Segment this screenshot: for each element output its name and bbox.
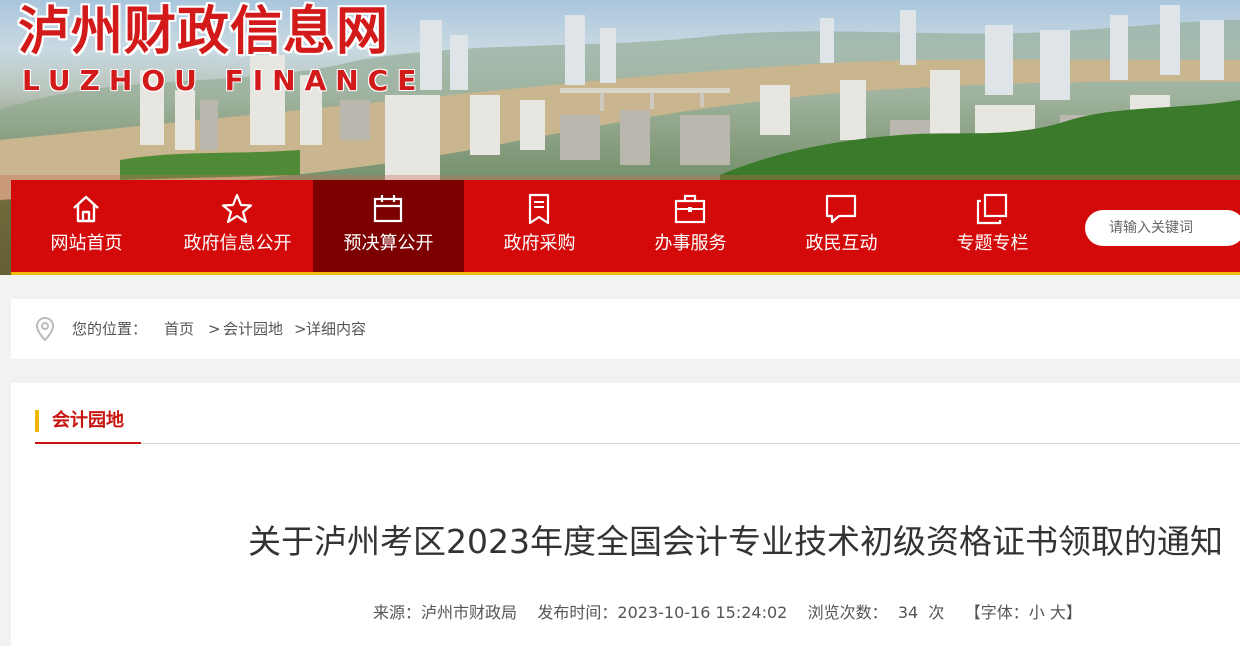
location-pin-icon: [35, 316, 55, 342]
source-value: 泸州市财政局: [421, 603, 518, 622]
breadcrumb-section-link[interactable]: 会计园地: [223, 319, 283, 339]
nav-item-topics[interactable]: 专题专栏: [917, 180, 1068, 272]
article-meta: 来源：泸州市财政局 发布时间：2023-10-16 15:24:02 浏览次数：…: [373, 602, 1082, 624]
published-value: 2023-10-16 15:24:02: [617, 603, 788, 622]
published-label: 发布时间：: [537, 603, 618, 622]
nav-label: 政民互动: [805, 233, 878, 254]
views-count: 34: [897, 603, 919, 622]
article-panel: 会计园地 关于泸州考区2023年度全国会计专业技术初级资格证书领取的通知 来源：…: [11, 383, 1240, 646]
views-label: 浏览次数：: [807, 603, 888, 622]
source-label: 来源：: [373, 603, 422, 622]
chat-icon: [825, 194, 857, 224]
article-title: 关于泸州考区2023年度全国会计专业技术初级资格证书领取的通知: [248, 522, 1223, 561]
breadcrumb-home-link[interactable]: 首页: [164, 319, 194, 339]
main-nav: 网站首页 政府信息公开 预决算公开 政府采购 办事服务 政民互动 专题专栏 请输…: [11, 180, 1240, 275]
nav-item-services[interactable]: 办事服务: [615, 180, 766, 272]
bookmark-icon: [528, 193, 550, 225]
star-icon: [221, 193, 253, 224]
breadcrumb-separator: >: [208, 320, 221, 338]
nav-item-interaction[interactable]: 政民互动: [766, 180, 917, 272]
nav-label: 办事服务: [654, 233, 727, 254]
nav-label: 政府采购: [503, 233, 576, 254]
calendar-icon: [373, 195, 403, 223]
section-underline: [35, 442, 141, 444]
nav-item-budget[interactable]: 预决算公开: [313, 180, 464, 272]
search-input[interactable]: [1085, 210, 1240, 246]
nav-label: 预决算公开: [343, 233, 434, 254]
views-unit: 次: [928, 603, 945, 622]
section-title: 会计园地: [52, 410, 124, 431]
breadcrumb-prefix: 您的位置：: [72, 320, 148, 338]
breadcrumb-separator: >: [294, 320, 307, 338]
layers-icon: [976, 193, 1008, 225]
section-header: 会计园地: [35, 409, 1240, 444]
site-subtitle: LUZHOU FINANCE: [22, 64, 426, 97]
breadcrumb: 您的位置： 首页 > 会计园地 > 详细内容: [11, 299, 1240, 359]
nav-item-home[interactable]: 网站首页: [11, 180, 162, 272]
briefcase-icon: [674, 194, 706, 224]
nav-label: 专题专栏: [956, 233, 1029, 254]
nav-item-procurement[interactable]: 政府采购: [464, 180, 615, 272]
nav-label: 政府信息公开: [183, 233, 292, 254]
breadcrumb-current: 详细内容: [306, 320, 367, 338]
font-size-close: 】: [1065, 603, 1082, 622]
home-icon: [73, 195, 99, 223]
site-title: 泸州财政信息网: [18, 2, 390, 62]
font-size-label: 【字体：: [964, 603, 1029, 622]
font-large-button[interactable]: 大: [1050, 603, 1066, 622]
font-small-button[interactable]: 小: [1029, 603, 1045, 622]
nav-item-gov-info[interactable]: 政府信息公开: [162, 180, 313, 272]
nav-label: 网站首页: [50, 233, 123, 254]
section-accent-bar: [35, 410, 39, 432]
